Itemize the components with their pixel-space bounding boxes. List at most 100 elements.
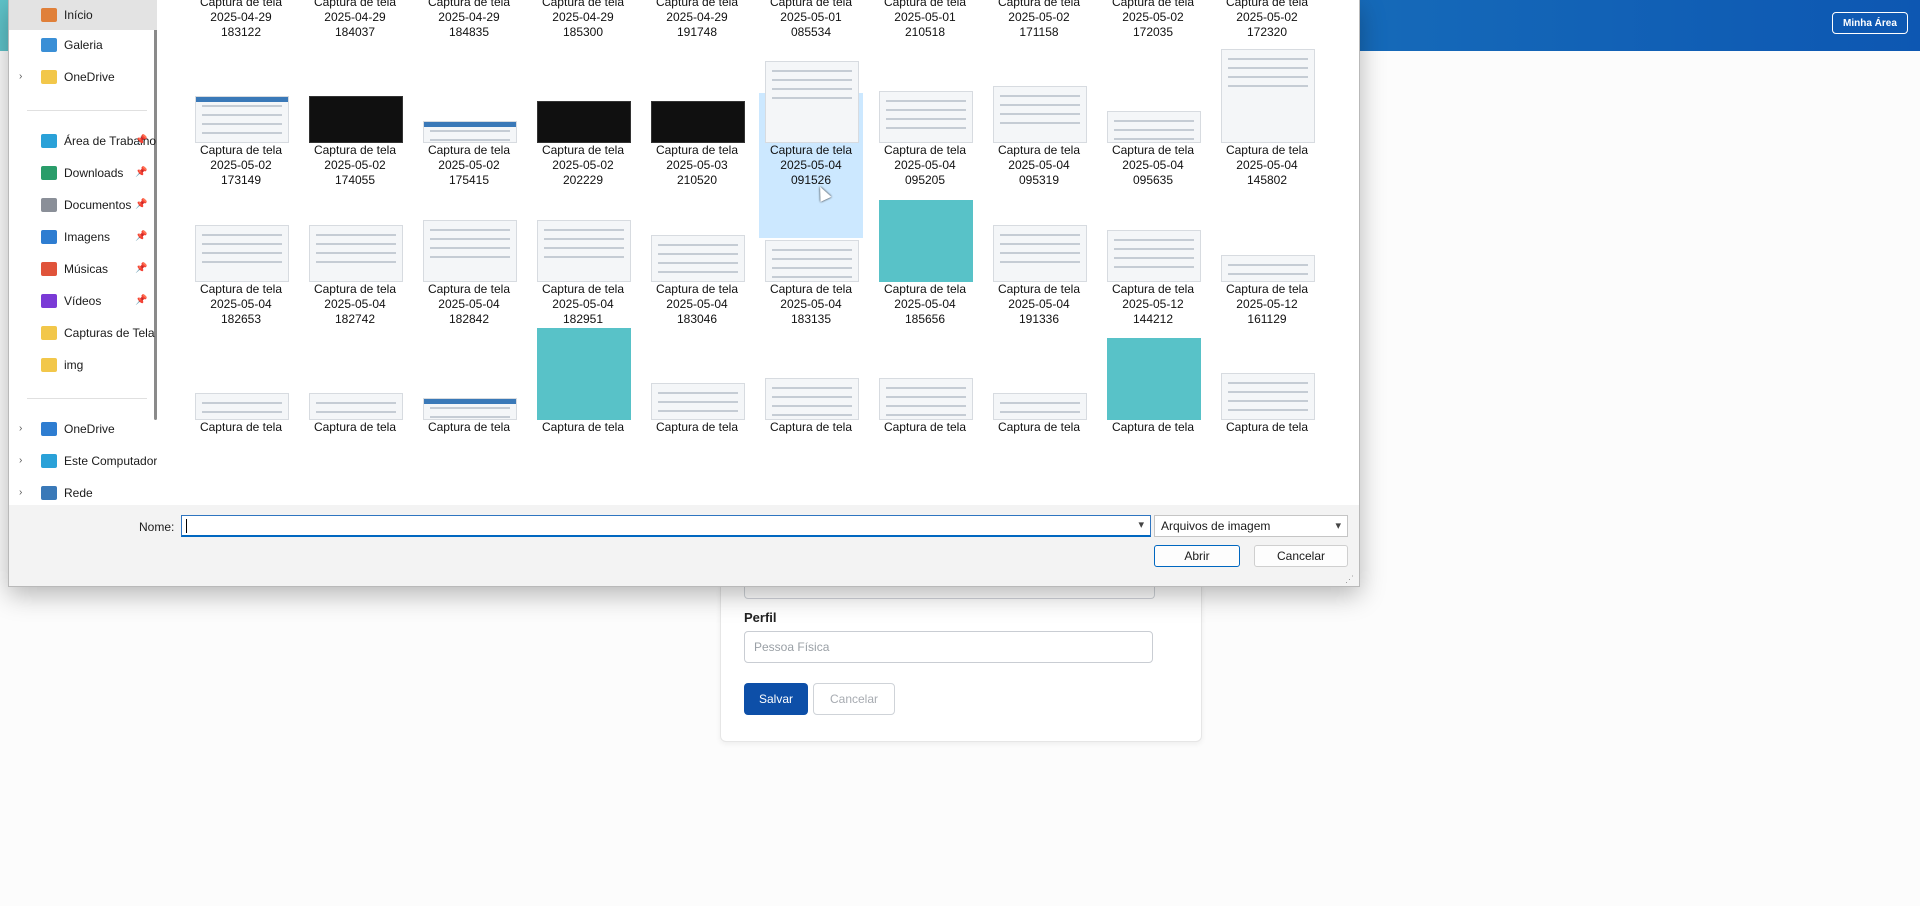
- nav-item[interactable]: Músicas 📌: [9, 254, 157, 284]
- nav-item[interactable]: img: [9, 350, 157, 380]
- nav-item[interactable]: Vídeos 📌: [9, 286, 157, 316]
- file-tile[interactable]: Captura de tela 2025-05-04 145802: [1215, 49, 1319, 238]
- file-thumbnail: [309, 393, 403, 420]
- file-thumbnail: [993, 225, 1087, 282]
- file-name: Captura de tela 2025-05-04 182742: [303, 282, 407, 327]
- nav-item-label: Galeria: [64, 38, 103, 52]
- file-tile[interactable]: Captura de tela 2025-05-04 191336: [987, 225, 1091, 377]
- thumbnail-line: [202, 261, 282, 263]
- thumbnail-line: [772, 276, 852, 278]
- file-tile[interactable]: Captura de tela 2025-05-04 183135: [759, 232, 863, 377]
- perfil-field[interactable]: Pessoa Física: [744, 631, 1153, 663]
- pin-icon: 📌: [135, 263, 148, 274]
- nav-item[interactable]: › Rede: [9, 478, 157, 508]
- file-tile[interactable]: Captura de tela 2025-05-04 095635: [1101, 93, 1205, 238]
- thumbnail-line: [772, 258, 852, 260]
- thumbnail-line: [430, 238, 510, 240]
- file-tile[interactable]: Captura de tela: [759, 370, 863, 505]
- nav-item[interactable]: Imagens 📌: [9, 222, 157, 252]
- pictures-icon: [41, 230, 57, 244]
- thumbnail-line: [772, 97, 852, 99]
- nav-item[interactable]: Galeria: [9, 30, 157, 60]
- thumbnail-line: [1228, 273, 1308, 275]
- file-tile[interactable]: Captura de tela: [531, 328, 635, 505]
- file-type-filter[interactable]: Arquivos de imagem ▾: [1154, 515, 1348, 537]
- file-tile[interactable]: Captura de tela 2025-04-29 184037: [303, 0, 407, 90]
- file-tile[interactable]: Captura de tela 2025-05-02 173149: [189, 93, 293, 238]
- file-tile[interactable]: Captura de tela 2025-04-29 183122: [189, 0, 293, 90]
- file-tile[interactable]: Captura de tela 2025-04-29 185300: [531, 0, 635, 90]
- chevron-right-icon[interactable]: ›: [19, 414, 22, 444]
- file-tile[interactable]: Captura de tela 2025-05-04 185656: [873, 200, 977, 377]
- thumbnail-line: [1228, 58, 1308, 60]
- filename-input[interactable]: ▾: [181, 515, 1151, 537]
- cancel-button[interactable]: Cancelar: [813, 683, 895, 715]
- file-tile[interactable]: Captura de tela: [189, 370, 293, 505]
- thumbnail-line: [772, 414, 852, 416]
- file-tile[interactable]: Captura de tela 2025-05-01 210518: [873, 0, 977, 90]
- thumbnail-line: [544, 256, 624, 258]
- file-tile[interactable]: Captura de tela: [1215, 370, 1319, 505]
- file-tile[interactable]: Captura de tela: [987, 370, 1091, 505]
- file-tile[interactable]: Captura de tela 2025-05-04 182653: [189, 225, 293, 377]
- computer-icon: [41, 454, 57, 468]
- nav-item[interactable]: Início: [9, 0, 157, 30]
- nav-item[interactable]: › OneDrive: [9, 414, 157, 444]
- file-tile[interactable]: Captura de tela 2025-05-12 161129: [1215, 232, 1319, 377]
- pin-icon: 📌: [135, 199, 148, 210]
- file-tile[interactable]: Captura de tela 2025-05-02 171158: [987, 0, 1091, 90]
- nav-item[interactable]: Downloads 📌: [9, 158, 157, 188]
- file-name-name: Captura de tela: [883, 143, 967, 157]
- chevron-right-icon[interactable]: ›: [19, 478, 22, 508]
- file-name-name: Captura de tela: [313, 143, 397, 157]
- file-name-time: 185300: [562, 25, 604, 39]
- file-tile[interactable]: Captura de tela: [1101, 338, 1205, 505]
- file-name-date: 2025-05-12: [1236, 297, 1298, 311]
- nav-item[interactable]: Documentos 📌: [9, 190, 157, 220]
- file-name-time: 183122: [220, 25, 262, 39]
- file-name-time: 095635: [1132, 173, 1174, 187]
- file-tile[interactable]: Captura de tela 2025-05-04 183046: [645, 232, 749, 377]
- resize-grip-icon[interactable]: ⋰: [1345, 574, 1354, 585]
- file-tile[interactable]: Captura de tela 2025-05-02 172035: [1101, 0, 1205, 90]
- chevron-down-icon[interactable]: ▾: [1138, 518, 1144, 531]
- file-name-name: Captura de tela: [997, 143, 1081, 157]
- file-tile[interactable]: Captura de tela: [873, 370, 977, 505]
- file-tile[interactable]: Captura de tela 2025-05-04 095319: [987, 86, 1091, 238]
- nav-separator: [27, 398, 147, 399]
- file-tile[interactable]: Captura de tela 2025-04-29 191748: [645, 0, 749, 90]
- file-name-name: Captura de tela: [769, 0, 853, 9]
- save-button[interactable]: Salvar: [744, 683, 808, 715]
- file-name-date: 2025-05-01: [894, 10, 956, 24]
- file-thumbnail: [1221, 49, 1315, 143]
- file-tile[interactable]: Captura de tela 2025-05-02 174055: [303, 93, 407, 238]
- open-button[interactable]: Abrir: [1154, 545, 1240, 567]
- file-open-dialog: Início Galeria › OneDrive Área de Trabalho 📌 D…: [8, 0, 1360, 587]
- nav-item[interactable]: Área de Trabalho 📌: [9, 126, 157, 156]
- file-name: Captura de tela: [873, 420, 977, 435]
- file-tile[interactable]: Captura de tela 2025-05-04 182842: [417, 220, 521, 377]
- file-tile[interactable]: Captura de tela: [417, 370, 521, 505]
- file-tile[interactable]: Captura de tela 2025-05-02 175415: [417, 93, 521, 238]
- nav-item[interactable]: › Este Computador: [9, 446, 157, 476]
- file-tile[interactable]: Captura de tela 2025-04-29 184835: [417, 0, 521, 90]
- nav-item[interactable]: Capturas de Tela: [9, 318, 157, 348]
- minha-area-button[interactable]: Minha Área: [1832, 12, 1908, 34]
- file-thumbnail: [423, 398, 517, 420]
- file-tile[interactable]: Captura de tela 2025-05-04 091526: [759, 61, 863, 238]
- nav-item[interactable]: › OneDrive: [9, 62, 157, 92]
- chevron-right-icon[interactable]: ›: [19, 62, 22, 92]
- dialog-cancel-button[interactable]: Cancelar: [1254, 545, 1348, 567]
- file-name-name: Captura de tela: [1225, 143, 1309, 157]
- file-tile[interactable]: Captura de tela 2025-05-04 182742: [303, 225, 407, 377]
- thumbnail-line: [430, 130, 510, 132]
- file-name: Captura de tela 2025-04-29 185300: [531, 0, 635, 40]
- file-tile[interactable]: Captura de tela 2025-05-03 210520: [645, 93, 749, 238]
- file-tile[interactable]: Captura de tela: [303, 370, 407, 505]
- thumbnail-line: [202, 105, 282, 107]
- file-tile[interactable]: Captura de tela: [645, 370, 749, 505]
- file-tile[interactable]: Captura de tela 2025-05-02 202229: [531, 93, 635, 238]
- chevron-right-icon[interactable]: ›: [19, 446, 22, 476]
- pin-icon: 📌: [135, 231, 148, 242]
- document-icon: [41, 198, 57, 212]
